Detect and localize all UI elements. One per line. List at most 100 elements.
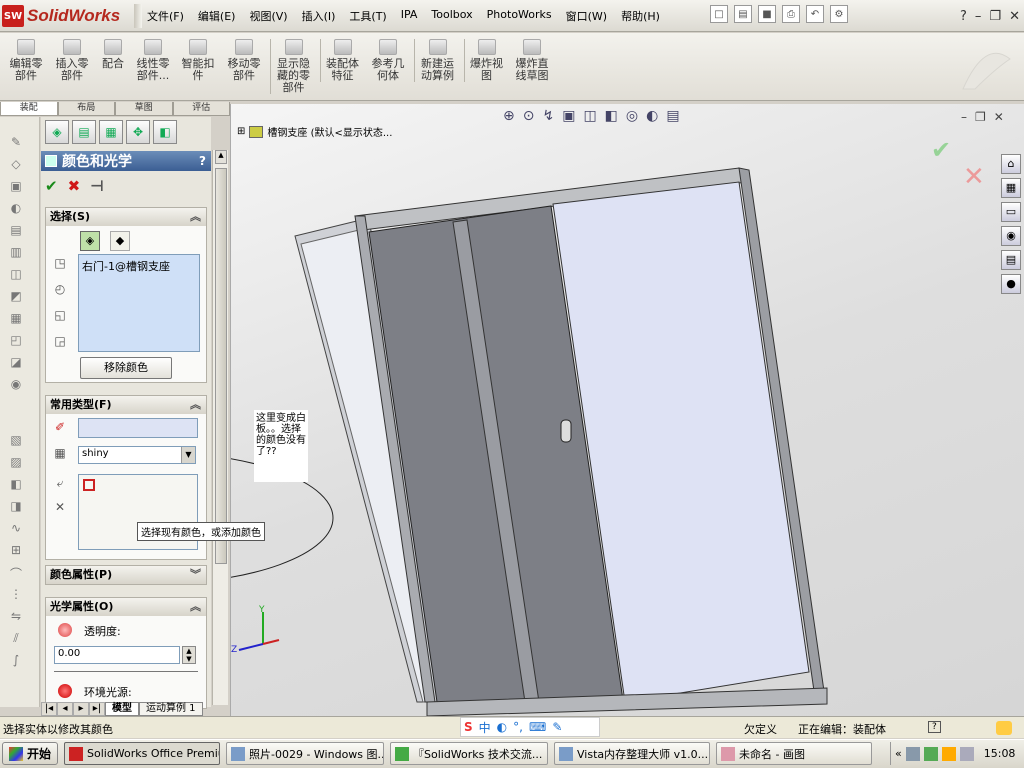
extrude-icon[interactable]: ▣	[6, 179, 26, 195]
sweep-icon[interactable]: ▤	[6, 223, 26, 239]
optical-properties-header[interactable]: 光学属性(O) ︽	[46, 598, 206, 616]
rib-icon[interactable]: ▦	[6, 311, 26, 327]
menu-edit[interactable]: 编辑(E)	[191, 8, 243, 24]
dimxpert-tab-icon[interactable]: ✥	[126, 120, 150, 144]
sogou-icon[interactable]: S	[464, 720, 473, 734]
restore-icon[interactable]: ❐	[989, 9, 1001, 24]
select-faces-icon[interactable]: ◆	[110, 231, 130, 251]
exploded-view-button[interactable]: 爆炸视 图	[464, 39, 508, 82]
new-doc-icon[interactable]: □	[710, 5, 728, 23]
loft-icon[interactable]: ▥	[6, 245, 26, 261]
tab-sketch[interactable]: 草图	[115, 102, 173, 116]
task-memory[interactable]: Vista内存整理大师 v1.0...	[554, 742, 710, 765]
config-manager-tab-icon[interactable]: ▦	[99, 120, 123, 144]
swatch-select[interactable]: shiny ▼	[78, 446, 196, 464]
tag-icon[interactable]	[996, 721, 1012, 735]
mold-icon[interactable]: ◨	[6, 499, 26, 515]
property-manager-tab-icon[interactable]: ▤	[72, 120, 96, 144]
add-swatch-icon[interactable]: ⤶	[52, 476, 68, 492]
curves-icon[interactable]: ∿	[6, 521, 26, 537]
menu-insert[interactable]: 插入(I)	[295, 8, 343, 24]
chinese-mode-icon[interactable]: 中	[479, 719, 491, 736]
last-tab-icon[interactable]: ▸|	[89, 702, 105, 716]
chevron-down-icon[interactable]: ▼	[181, 447, 195, 463]
display-manager-tab-icon[interactable]: ◧	[153, 120, 177, 144]
scroll-up-icon[interactable]: ▲	[215, 150, 227, 164]
prev-tab-icon[interactable]: ◂	[57, 702, 73, 716]
menu-ipa[interactable]: IPA	[394, 8, 425, 24]
menu-help[interactable]: 帮助(H)	[614, 8, 667, 24]
edit-component-button[interactable]: 编辑零 部件	[6, 39, 46, 82]
split-icon[interactable]: ⫽	[6, 631, 26, 647]
selection-header[interactable]: 选择(S) ︽	[46, 208, 206, 226]
linear-pattern-button[interactable]: 线性零 部件...	[132, 39, 174, 82]
mirror-icon[interactable]: ⇋	[6, 609, 26, 625]
color-swatch-field[interactable]	[78, 418, 198, 438]
tab-motion-study[interactable]: 运动算例 1	[139, 702, 203, 716]
tools-icon[interactable]: ✎	[552, 720, 562, 734]
revolve-icon[interactable]: ◐	[6, 201, 26, 217]
apply-face-icon[interactable]: ◴	[52, 282, 68, 298]
options-icon[interactable]: ⚙	[830, 5, 848, 23]
graphics-area[interactable]: ⊕ ⊙ ↯ ▣ ◫ ◧ ◎ ◐ ▤ ⊞ 槽钢支座 (默认<显示状态... – ❐…	[230, 104, 1024, 716]
status-help-icon[interactable]: ?	[928, 721, 941, 733]
select-parts-icon[interactable]: ◈	[80, 231, 100, 251]
menu-view[interactable]: 视图(V)	[242, 8, 294, 24]
fullwidth-icon[interactable]: ◐	[497, 720, 507, 734]
first-tab-icon[interactable]: |◂	[41, 702, 57, 716]
next-tab-icon[interactable]: ▸	[73, 702, 89, 716]
draft-icon[interactable]: ◪	[6, 355, 26, 371]
dimxpert-icon[interactable]: ⊞	[6, 543, 26, 559]
apply-body-icon[interactable]: ◲	[52, 334, 68, 350]
start-button[interactable]: 开始	[2, 742, 59, 765]
minimize-icon[interactable]: –	[975, 9, 982, 24]
surface-icon[interactable]: ◧	[6, 477, 26, 493]
undo-icon[interactable]: ↶	[806, 5, 824, 23]
panel-scrollbar[interactable]: ▲	[212, 150, 228, 705]
weldment-icon[interactable]: ▨	[6, 455, 26, 471]
smart-fasteners-button[interactable]: 智能扣 件	[178, 39, 218, 82]
sheet-metal-icon[interactable]: ▧	[6, 433, 26, 449]
security-icon[interactable]	[923, 746, 938, 761]
remove-color-button[interactable]: 移除颜色	[80, 357, 172, 379]
helix-icon[interactable]: ∫	[6, 653, 26, 669]
explode-line-sketch-button[interactable]: 爆炸直 线草图	[510, 39, 554, 82]
transparency-slider[interactable]	[54, 666, 198, 672]
menu-file[interactable]: 文件(F)	[140, 8, 191, 24]
menu-toolbox[interactable]: Toolbox	[424, 8, 479, 24]
save-icon[interactable]: ■	[758, 5, 776, 23]
fillet-icon[interactable]: ◫	[6, 267, 26, 283]
spline-icon[interactable]: ⌒	[6, 565, 26, 581]
task-solidworks[interactable]: SolidWorks Office Premiu...	[64, 742, 220, 765]
shell-icon[interactable]: ◰	[6, 333, 26, 349]
reference-geometry-button[interactable]: 参考几 何体	[368, 39, 408, 82]
transparency-input[interactable]: 0.00	[54, 646, 180, 664]
keyboard-icon[interactable]: ⌨	[529, 720, 546, 734]
pattern-icon[interactable]: ⋮	[6, 587, 26, 603]
sketch-tool-icon[interactable]: ✎	[6, 135, 26, 151]
menu-photoworks[interactable]: PhotoWorks	[480, 8, 559, 24]
tab-layout[interactable]: 布局	[57, 102, 115, 116]
print-icon[interactable]: ⎙	[782, 5, 800, 23]
transparency-spinner[interactable]: ▲ ▼	[182, 646, 196, 664]
open-icon[interactable]: ▤	[734, 5, 752, 23]
selected-item[interactable]: 右门-1@槽钢支座	[82, 260, 170, 273]
network-icon[interactable]	[905, 746, 920, 761]
apply-feature-icon[interactable]: ◱	[52, 308, 68, 324]
punctuation-icon[interactable]: °,	[513, 720, 523, 734]
color-properties-header[interactable]: 颜色属性(P) ︾	[46, 566, 206, 584]
swatch-cell[interactable]	[83, 479, 95, 491]
move-component-button[interactable]: 移动零 部件	[224, 39, 264, 82]
smart-dim-icon[interactable]: ◇	[6, 157, 26, 173]
task-photo[interactable]: 照片-0029 - Windows 图...	[226, 742, 384, 765]
edit-swatch-icon[interactable]: ▦	[52, 446, 68, 462]
cabinet-model[interactable]: Y Z	[231, 104, 1024, 716]
eyedropper-icon[interactable]: ✐	[52, 420, 68, 436]
common-types-header[interactable]: 常用类型(F) ︽	[46, 396, 206, 414]
panel-help-icon[interactable]: ?	[199, 154, 206, 168]
close-icon[interactable]: ✕	[1009, 9, 1020, 24]
menu-window[interactable]: 窗口(W)	[559, 8, 614, 24]
menu-tools[interactable]: 工具(T)	[342, 8, 393, 24]
volume-icon[interactable]	[959, 746, 974, 761]
clock[interactable]: 15:08	[984, 747, 1016, 760]
